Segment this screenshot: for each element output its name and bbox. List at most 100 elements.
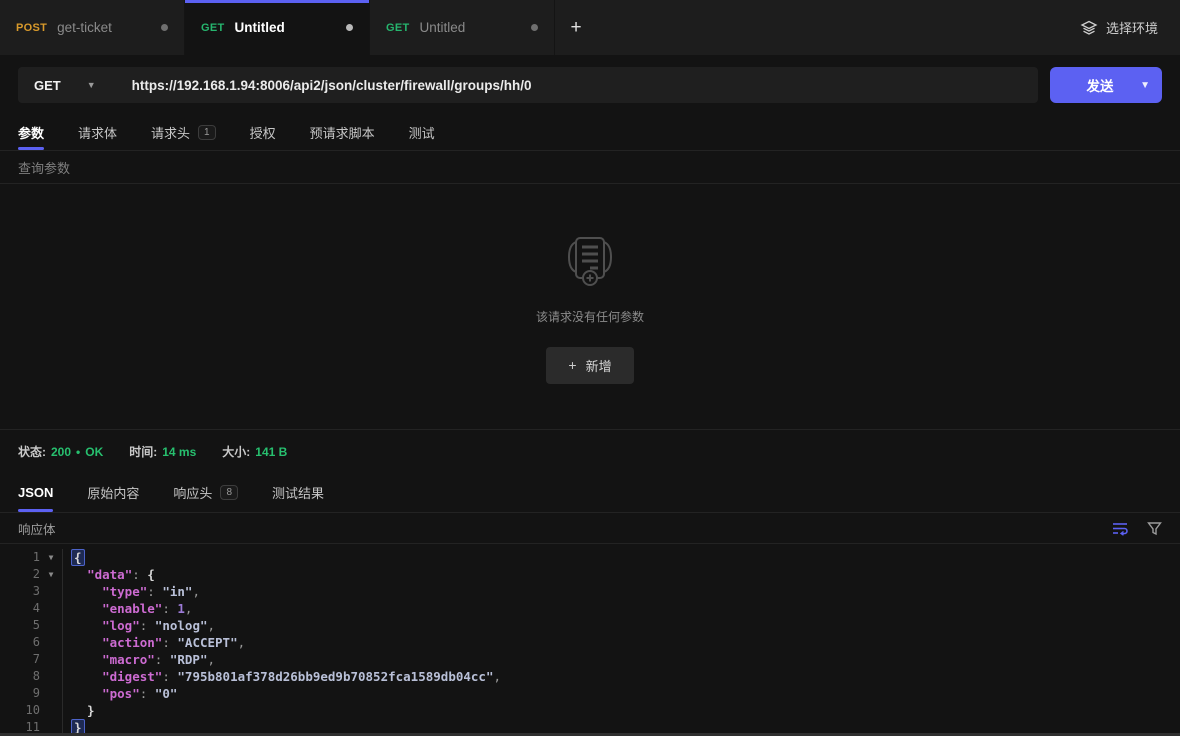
- line-number: 4: [0, 600, 40, 617]
- fold-gutter: [40, 600, 62, 617]
- code-line: 1▼{: [0, 549, 1180, 566]
- code-area: 1▼{2▼ "data": {3 "type": "in",4 "enable"…: [0, 544, 1180, 736]
- time-label: 时间:: [129, 443, 157, 460]
- status-label: 状态:: [18, 443, 46, 460]
- code-text: "log": "nolog",: [62, 617, 1180, 634]
- tab-label: 响应头: [173, 483, 212, 502]
- code-text: "digest": "795b801af378d26bb9ed9b70852fc…: [62, 668, 1180, 685]
- environment-selector[interactable]: 选择环境: [1058, 0, 1180, 55]
- size-value: 141 B: [255, 445, 287, 459]
- fold-arrow-icon[interactable]: ▼: [40, 549, 62, 566]
- line-number: 5: [0, 617, 40, 634]
- tab-label: 测试: [409, 123, 435, 142]
- time-value: 14 ms: [162, 445, 196, 459]
- method-label: GET: [386, 22, 410, 34]
- line-number: 9: [0, 685, 40, 702]
- line-number: 6: [0, 634, 40, 651]
- tab-title: Untitled: [420, 20, 466, 35]
- code-text: }: [62, 702, 1180, 719]
- line-number: 8: [0, 668, 40, 685]
- line-number: 3: [0, 583, 40, 600]
- response-body-title: 响应体: [18, 519, 56, 538]
- request-tabs-strip: 参数 请求体 请求头 1 授权 预请求脚本 测试: [0, 115, 1180, 151]
- tab-title: get-ticket: [57, 20, 112, 35]
- word-wrap-icon[interactable]: [1112, 521, 1129, 536]
- fold-arrow-icon[interactable]: ▼: [40, 566, 62, 583]
- code-text: "action": "ACCEPT",: [62, 634, 1180, 651]
- fold-gutter: [40, 651, 62, 668]
- add-param-button-label: 新增: [586, 356, 612, 375]
- tab-label: 预请求脚本: [310, 123, 375, 142]
- method-dropdown[interactable]: GET: [18, 78, 61, 93]
- status-group: 状态: 200 • OK: [18, 443, 103, 460]
- tab-json[interactable]: JSON: [18, 473, 53, 512]
- url-text[interactable]: https://192.168.1.94:8006/api2/json/clus…: [132, 78, 532, 93]
- code-line: 4 "enable": 1,: [0, 600, 1180, 617]
- empty-params-icon: [559, 230, 621, 292]
- code-text: "macro": "RDP",: [62, 651, 1180, 668]
- top-tab-bar: POST get-ticket GET Untitled GET Untitle…: [0, 0, 1180, 55]
- headers-count-badge: 1: [198, 125, 216, 140]
- tab-label: 请求头: [151, 123, 190, 142]
- plus-icon: +: [570, 17, 581, 39]
- request-tab-get-ticket[interactable]: POST get-ticket: [0, 0, 185, 55]
- unsaved-dot-icon: [161, 24, 168, 31]
- fold-gutter: [40, 702, 62, 719]
- code-line: 9 "pos": "0": [0, 685, 1180, 702]
- tab-body[interactable]: 请求体: [78, 115, 117, 150]
- code-line: 6 "action": "ACCEPT",: [0, 634, 1180, 651]
- method-label: POST: [16, 22, 47, 34]
- tab-label: 原始内容: [87, 483, 139, 502]
- tab-label: 请求体: [78, 123, 117, 142]
- response-tabs-strip: JSON 原始内容 响应头 8 测试结果: [0, 473, 1180, 513]
- code-line: 7 "macro": "RDP",: [0, 651, 1180, 668]
- unsaved-dot-icon: [531, 24, 538, 31]
- code-line: 8 "digest": "795b801af378d26bb9ed9b70852…: [0, 668, 1180, 685]
- send-button[interactable]: 发送 ▼: [1050, 67, 1162, 103]
- filter-icon[interactable]: [1147, 521, 1162, 536]
- tab-auth[interactable]: 授权: [250, 115, 276, 150]
- tab-raw[interactable]: 原始内容: [87, 473, 139, 512]
- tab-response-headers[interactable]: 响应头 8: [173, 473, 238, 512]
- empty-params-text: 该请求没有任何参数: [536, 308, 644, 325]
- code-line: 10 }: [0, 702, 1180, 719]
- fold-gutter: [40, 634, 62, 651]
- request-url-bar: GET ▼ https://192.168.1.94:8006/api2/jso…: [0, 55, 1180, 115]
- line-number: 10: [0, 702, 40, 719]
- method-label: GET: [201, 22, 225, 34]
- size-group: 大小: 141 B: [222, 443, 287, 460]
- fold-gutter: [40, 583, 62, 600]
- line-number: 7: [0, 651, 40, 668]
- tab-label: JSON: [18, 485, 53, 500]
- code-line: 5 "log": "nolog",: [0, 617, 1180, 634]
- request-tab-untitled-active[interactable]: GET Untitled: [185, 0, 370, 55]
- status-text: OK: [85, 445, 103, 459]
- line-number: 1: [0, 549, 40, 566]
- request-tab-untitled[interactable]: GET Untitled: [370, 0, 555, 55]
- tab-label: 测试结果: [272, 483, 324, 502]
- query-params-label-row: 查询参数: [0, 151, 1180, 184]
- code-text: "data": {: [62, 566, 1180, 583]
- tab-tests[interactable]: 测试: [409, 115, 435, 150]
- tab-params[interactable]: 参数: [18, 115, 44, 150]
- status-sep: •: [76, 445, 80, 459]
- tab-headers[interactable]: 请求头 1: [151, 115, 216, 150]
- response-headers-count-badge: 8: [220, 485, 238, 500]
- response-body-header: 响应体: [0, 513, 1180, 544]
- plus-icon: +: [568, 357, 576, 373]
- add-param-button[interactable]: + 新增: [546, 347, 633, 384]
- tab-test-results[interactable]: 测试结果: [272, 473, 324, 512]
- chevron-down-icon[interactable]: ▼: [1140, 80, 1162, 91]
- tab-pre-request-script[interactable]: 预请求脚本: [310, 115, 375, 150]
- params-empty-state: 该请求没有任何参数 + 新增: [0, 184, 1180, 429]
- json-response-viewer: 1▼{2▼ "data": {3 "type": "in",4 "enable"…: [0, 549, 1180, 736]
- layers-icon: [1080, 19, 1098, 37]
- response-status-bar: 状态: 200 • OK 时间: 14 ms 大小: 141 B: [0, 429, 1180, 473]
- code-line: 2▼ "data": {: [0, 566, 1180, 583]
- url-input[interactable]: GET ▼ https://192.168.1.94:8006/api2/jso…: [18, 67, 1038, 103]
- unsaved-dot-icon: [346, 24, 353, 31]
- environment-selector-label: 选择环境: [1106, 18, 1158, 37]
- chevron-down-icon[interactable]: ▼: [87, 80, 96, 90]
- tab-label: 参数: [18, 123, 44, 142]
- new-tab-button[interactable]: +: [555, 0, 597, 55]
